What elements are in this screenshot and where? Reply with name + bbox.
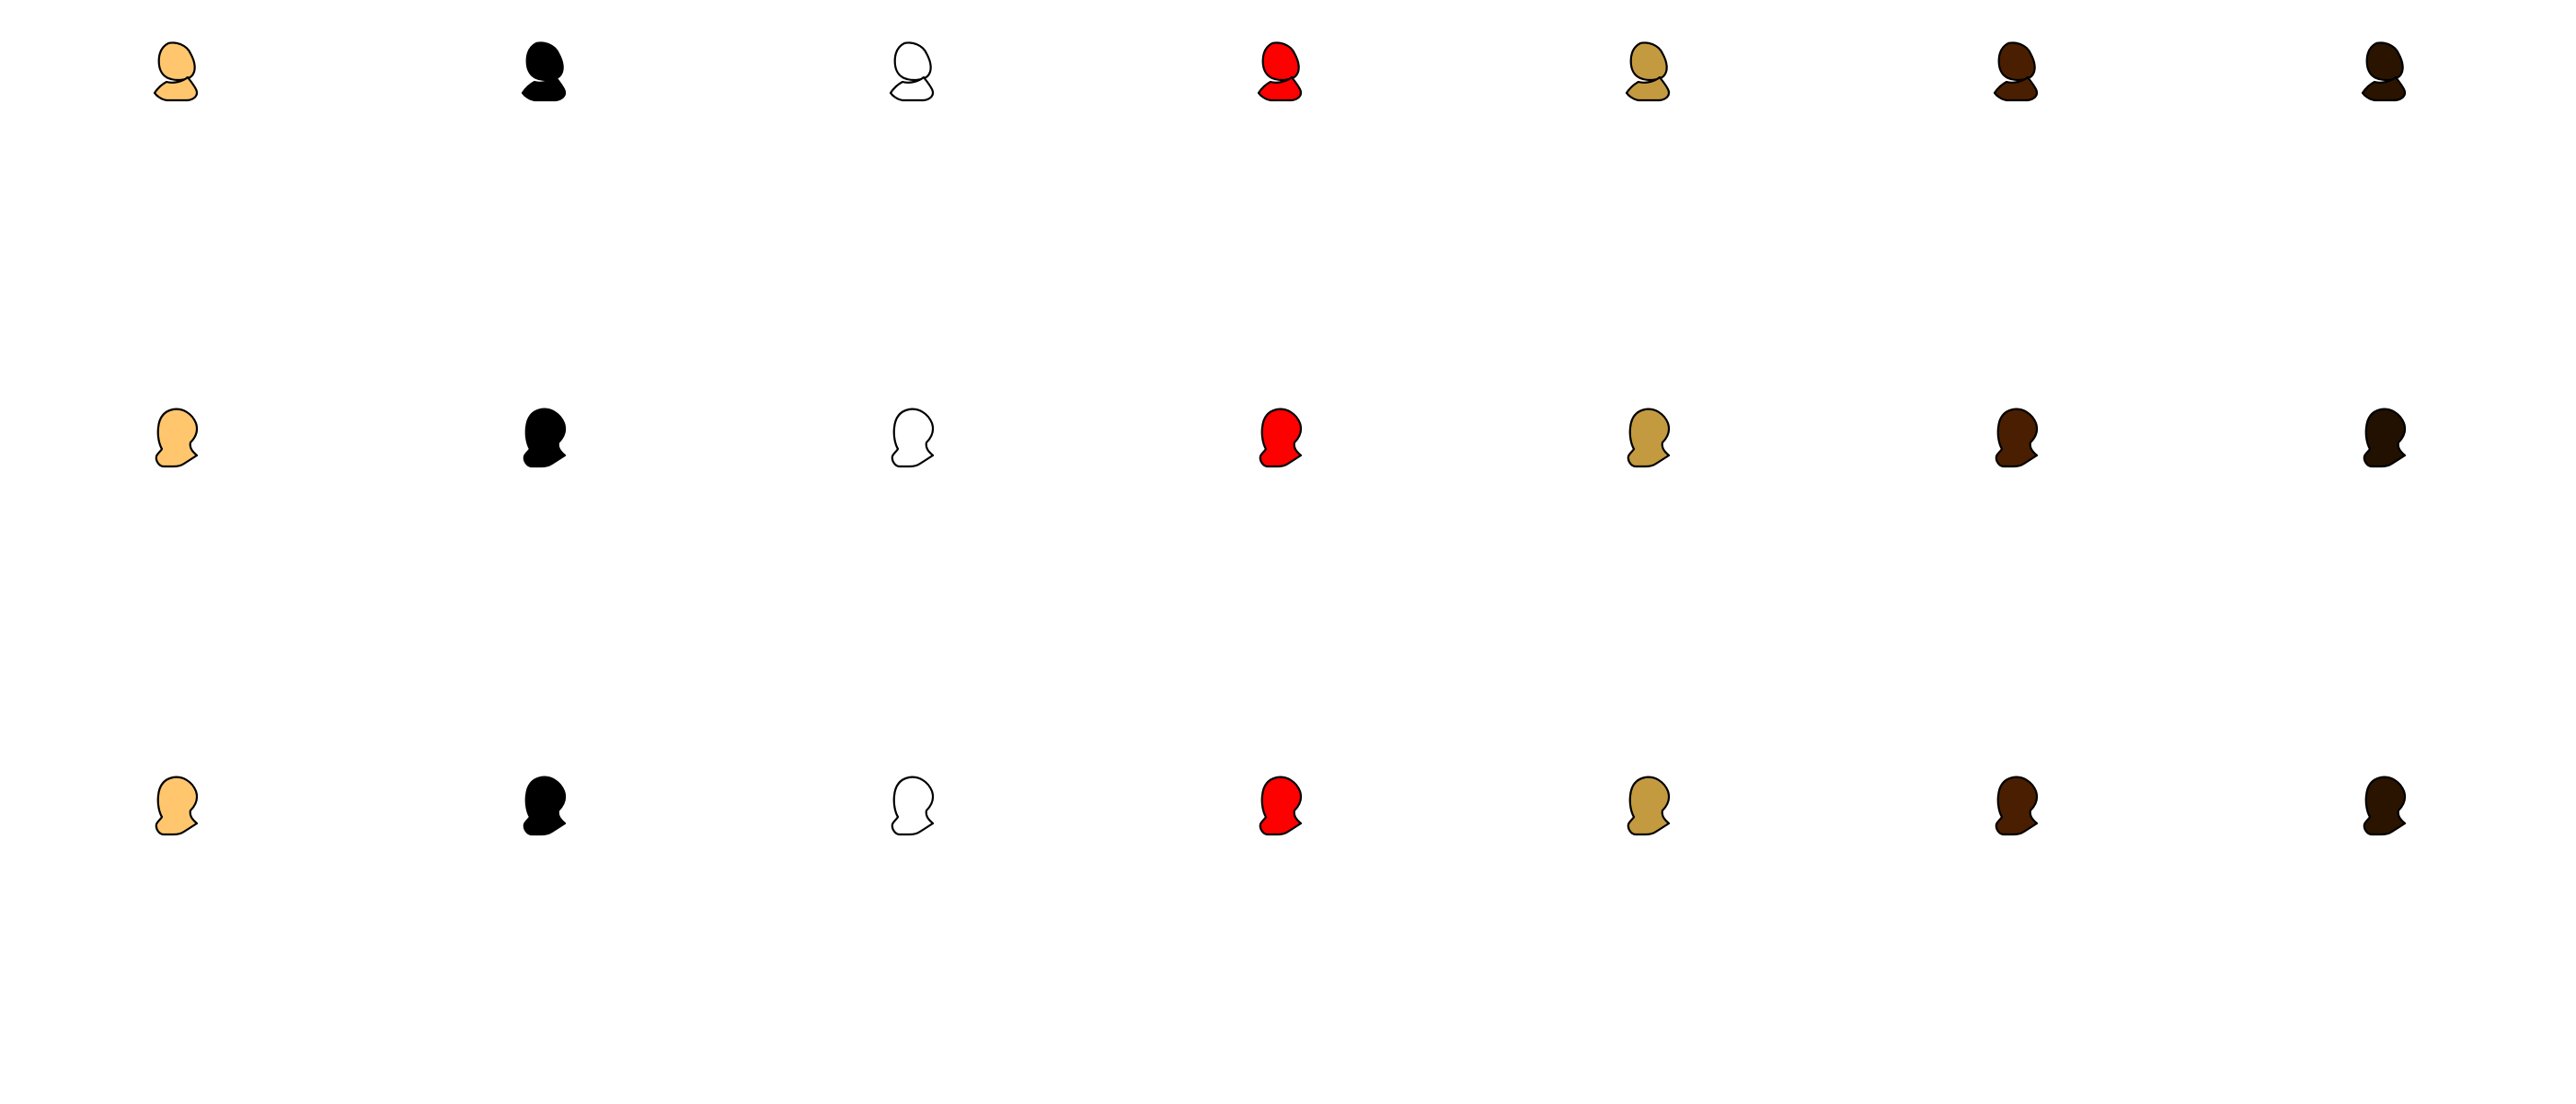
silhouette-shape bbox=[1627, 776, 1671, 836]
person-silhouette-icon bbox=[523, 408, 567, 468]
silhouette-grid bbox=[153, 41, 2407, 836]
silhouette-shape bbox=[2365, 41, 2404, 82]
person-silhouette-icon bbox=[1625, 41, 1671, 102]
person-silhouette-icon bbox=[523, 776, 567, 836]
silhouette-shape bbox=[1627, 408, 1671, 468]
person-silhouette-icon bbox=[1627, 776, 1671, 836]
silhouette-shape bbox=[523, 408, 567, 468]
silhouette-shape bbox=[157, 41, 196, 82]
person-silhouette-icon bbox=[889, 41, 935, 102]
person-silhouette-icon bbox=[1995, 776, 2039, 836]
silhouette-shape bbox=[1259, 408, 1303, 468]
silhouette-shape bbox=[2363, 408, 2407, 468]
person-silhouette-icon bbox=[155, 408, 199, 468]
silhouette-shape bbox=[155, 776, 199, 836]
silhouette-shape bbox=[2363, 776, 2407, 836]
silhouette-shape bbox=[893, 41, 932, 82]
person-silhouette-icon bbox=[1993, 41, 2039, 102]
person-silhouette-icon bbox=[891, 776, 935, 836]
silhouette-shape bbox=[891, 408, 935, 468]
person-silhouette-icon bbox=[1259, 408, 1303, 468]
person-silhouette-icon bbox=[891, 408, 935, 468]
person-silhouette-icon bbox=[155, 776, 199, 836]
silhouette-shape bbox=[1261, 41, 1300, 82]
person-silhouette-icon bbox=[2363, 408, 2407, 468]
person-silhouette-icon bbox=[1627, 408, 1671, 468]
person-silhouette-icon bbox=[2361, 41, 2407, 102]
silhouette-shape bbox=[891, 776, 935, 836]
silhouette-shape bbox=[523, 776, 567, 836]
silhouette-shape bbox=[155, 408, 199, 468]
silhouette-shape bbox=[525, 41, 564, 82]
person-silhouette-icon bbox=[1259, 776, 1303, 836]
silhouette-shape bbox=[1997, 41, 2036, 82]
person-silhouette-icon bbox=[2363, 776, 2407, 836]
person-silhouette-icon bbox=[153, 41, 199, 102]
silhouette-shape bbox=[1259, 776, 1303, 836]
silhouette-shape bbox=[1995, 776, 2039, 836]
silhouette-shape bbox=[1629, 41, 1668, 82]
silhouette-shape bbox=[1995, 408, 2039, 468]
person-silhouette-icon bbox=[521, 41, 567, 102]
person-silhouette-icon bbox=[1257, 41, 1303, 102]
person-silhouette-icon bbox=[1995, 408, 2039, 468]
